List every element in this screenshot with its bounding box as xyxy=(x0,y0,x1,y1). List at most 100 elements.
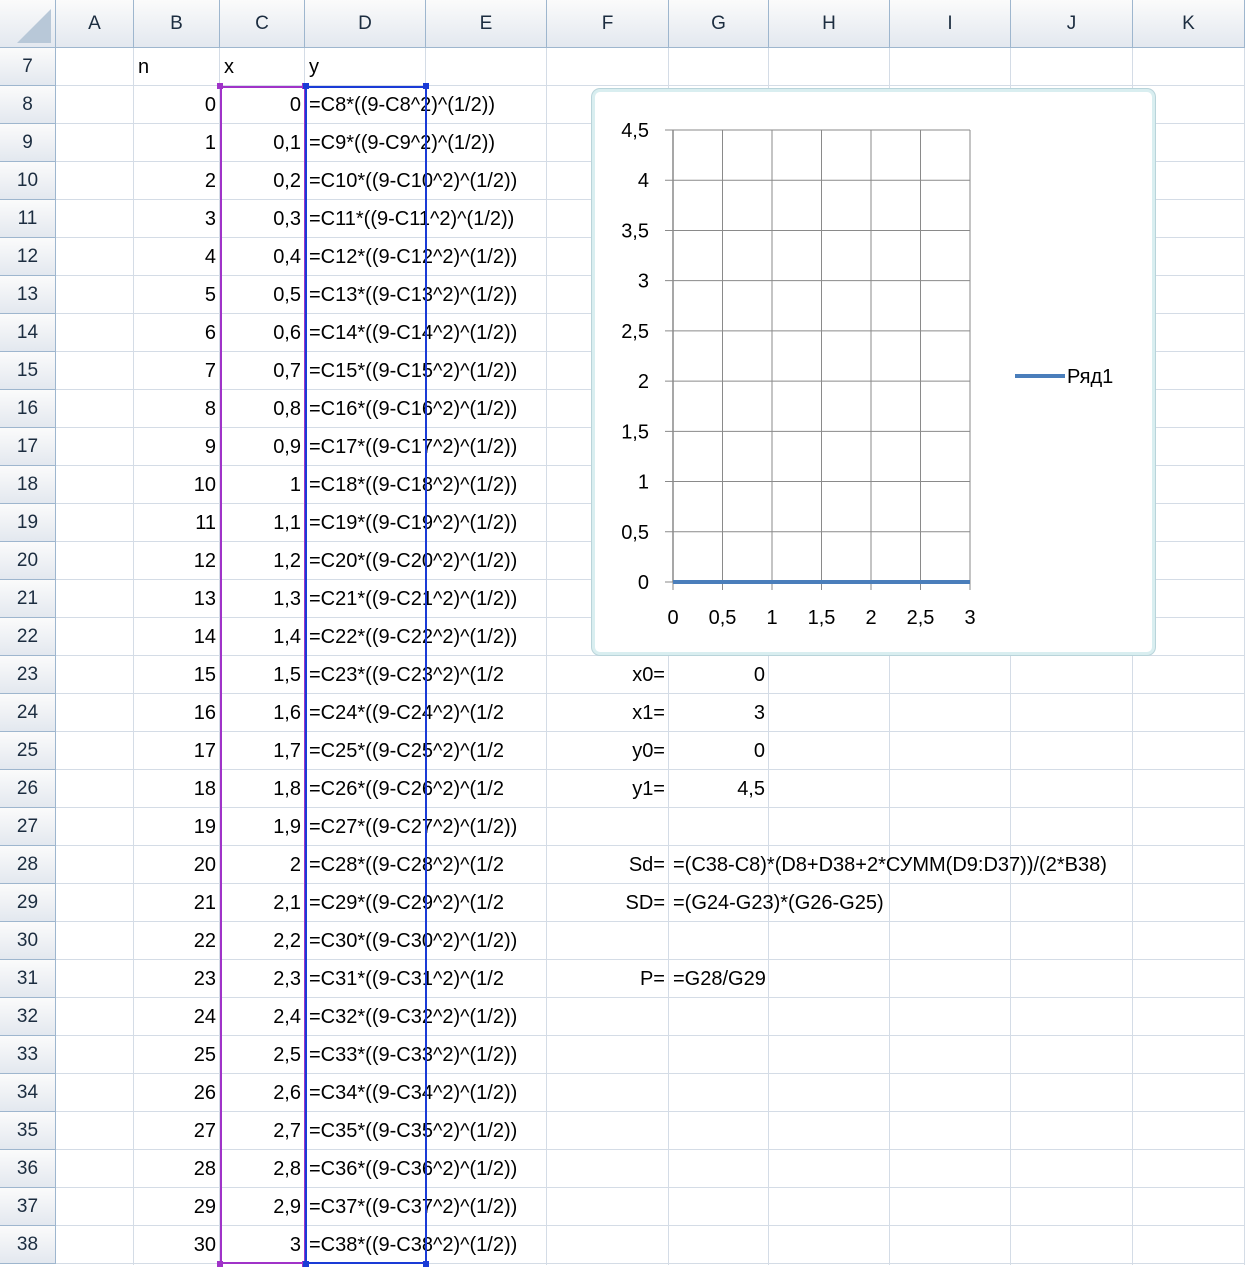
selection-handle[interactable] xyxy=(303,1261,309,1267)
row-header-22[interactable]: 22 xyxy=(0,618,56,656)
n-cell[interactable]: 18 xyxy=(134,770,220,808)
n-cell[interactable]: 11 xyxy=(134,504,220,542)
n-cell[interactable]: 19 xyxy=(134,808,220,846)
p-label[interactable]: P= xyxy=(547,960,669,998)
row-header-33[interactable]: 33 xyxy=(0,1036,56,1074)
header-x-cell[interactable]: x xyxy=(220,48,305,86)
n-cell[interactable]: 1 xyxy=(134,124,220,162)
n-cell[interactable]: 3 xyxy=(134,200,220,238)
n-cell[interactable]: 14 xyxy=(134,618,220,656)
n-cell[interactable]: 12 xyxy=(134,542,220,580)
selection-handle[interactable] xyxy=(423,1261,429,1267)
param-label[interactable]: y1= xyxy=(547,770,669,808)
column-header-a[interactable]: A xyxy=(56,0,134,48)
row-header-12[interactable]: 12 xyxy=(0,238,56,276)
row-header-19[interactable]: 19 xyxy=(0,504,56,542)
header-y-cell[interactable]: y xyxy=(305,48,426,86)
n-cell[interactable]: 13 xyxy=(134,580,220,618)
param-value[interactable]: 0 xyxy=(669,656,769,694)
n-cell[interactable]: 16 xyxy=(134,694,220,732)
sd-label[interactable]: Sd= xyxy=(547,846,669,884)
row-header-10[interactable]: 10 xyxy=(0,162,56,200)
column-header-i[interactable]: I xyxy=(890,0,1011,48)
param-value[interactable]: 0 xyxy=(669,732,769,770)
row-header-30[interactable]: 30 xyxy=(0,922,56,960)
param-label[interactable]: x0= xyxy=(547,656,669,694)
row-header-23[interactable]: 23 xyxy=(0,656,56,694)
row-header-9[interactable]: 9 xyxy=(0,124,56,162)
row-header-14[interactable]: 14 xyxy=(0,314,56,352)
row-header-34[interactable]: 34 xyxy=(0,1074,56,1112)
n-cell[interactable]: 2 xyxy=(134,162,220,200)
sd-formula-cell[interactable]: =(C38-C8)*(D8+D38+2*СУММ(D9:D37))/(2*B38… xyxy=(669,846,1229,884)
column-header-k[interactable]: K xyxy=(1133,0,1245,48)
row-header-31[interactable]: 31 xyxy=(0,960,56,998)
header-n-cell[interactable]: n xyxy=(134,48,220,86)
n-cell[interactable]: 28 xyxy=(134,1150,220,1188)
y-range-selection[interactable] xyxy=(305,86,427,1264)
row-header-37[interactable]: 37 xyxy=(0,1188,56,1226)
n-cell[interactable]: 29 xyxy=(134,1188,220,1226)
selection-handle[interactable] xyxy=(217,1261,223,1267)
n-cell[interactable]: 7 xyxy=(134,352,220,390)
column-header-f[interactable]: F xyxy=(547,0,669,48)
spreadsheet[interactable]: ABCDEFGHIJK 7 8 9 10 11 12 13 14 15 16 17 18 19 20 21 2… xyxy=(0,0,1245,1267)
row-header-17[interactable]: 17 xyxy=(0,428,56,466)
param-value[interactable]: 4,5 xyxy=(669,770,769,808)
selection-handle[interactable] xyxy=(303,83,309,89)
n-cell[interactable]: 20 xyxy=(134,846,220,884)
column-header-b[interactable]: B xyxy=(134,0,220,48)
n-cell[interactable]: 8 xyxy=(134,390,220,428)
row-header-28[interactable]: 28 xyxy=(0,846,56,884)
n-cell[interactable]: 24 xyxy=(134,998,220,1036)
chart-object[interactable]: 0 0,5 1 1,5 2 2,5 3 3,5 4 4,5 0 0,5 1 1,5 2 2,5 3 Ряд1 xyxy=(592,89,1155,655)
x-range-selection[interactable] xyxy=(220,86,306,1264)
row-header-7[interactable]: 7 xyxy=(0,48,56,86)
column-header-e[interactable]: E xyxy=(426,0,547,48)
select-all-button[interactable] xyxy=(0,0,56,48)
param-label[interactable]: y0= xyxy=(547,732,669,770)
n-cell[interactable]: 15 xyxy=(134,656,220,694)
n-cell[interactable]: 4 xyxy=(134,238,220,276)
row-header-11[interactable]: 11 xyxy=(0,200,56,238)
param-value[interactable]: 3 xyxy=(669,694,769,732)
n-cell[interactable]: 26 xyxy=(134,1074,220,1112)
n-cell[interactable]: 27 xyxy=(134,1112,220,1150)
row-header-25[interactable]: 25 xyxy=(0,732,56,770)
n-cell[interactable]: 30 xyxy=(134,1226,220,1264)
n-cell[interactable]: 21 xyxy=(134,884,220,922)
row-header-32[interactable]: 32 xyxy=(0,998,56,1036)
row-header-13[interactable]: 13 xyxy=(0,276,56,314)
p-formula-cell[interactable]: =G28/G29 xyxy=(669,960,969,998)
row-header-27[interactable]: 27 xyxy=(0,808,56,846)
row-header-38[interactable]: 38 xyxy=(0,1226,56,1264)
n-cell[interactable]: 22 xyxy=(134,922,220,960)
row-header-8[interactable]: 8 xyxy=(0,86,56,124)
n-cell[interactable]: 6 xyxy=(134,314,220,352)
column-header-h[interactable]: H xyxy=(769,0,890,48)
row-header-35[interactable]: 35 xyxy=(0,1112,56,1150)
n-cell[interactable]: 23 xyxy=(134,960,220,998)
n-cell[interactable]: 5 xyxy=(134,276,220,314)
sd2-label[interactable]: SD= xyxy=(547,884,669,922)
selection-handle[interactable] xyxy=(423,83,429,89)
n-cell[interactable]: 17 xyxy=(134,732,220,770)
row-header-24[interactable]: 24 xyxy=(0,694,56,732)
row-header-36[interactable]: 36 xyxy=(0,1150,56,1188)
row-header-21[interactable]: 21 xyxy=(0,580,56,618)
column-header-g[interactable]: G xyxy=(669,0,769,48)
n-cell[interactable]: 10 xyxy=(134,466,220,504)
n-cell[interactable]: 0 xyxy=(134,86,220,124)
row-header-26[interactable]: 26 xyxy=(0,770,56,808)
row-header-16[interactable]: 16 xyxy=(0,390,56,428)
param-label[interactable]: x1= xyxy=(547,694,669,732)
row-header-29[interactable]: 29 xyxy=(0,884,56,922)
column-header-c[interactable]: C xyxy=(220,0,305,48)
sd2-formula-cell[interactable]: =(G24-G23)*(G26-G25) xyxy=(669,884,1069,922)
column-header-d[interactable]: D xyxy=(305,0,426,48)
selection-handle[interactable] xyxy=(217,83,223,89)
row-header-15[interactable]: 15 xyxy=(0,352,56,390)
column-header-j[interactable]: J xyxy=(1011,0,1133,48)
n-cell[interactable]: 25 xyxy=(134,1036,220,1074)
n-cell[interactable]: 9 xyxy=(134,428,220,466)
